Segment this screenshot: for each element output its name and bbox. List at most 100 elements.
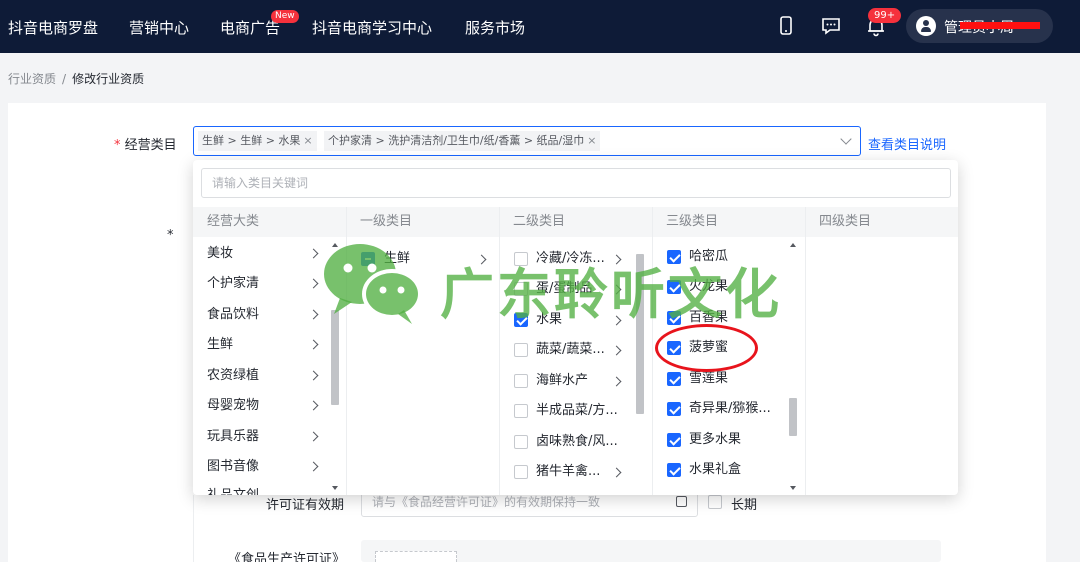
level2-checkbox[interactable]: [514, 465, 528, 479]
category-cascader-dropdown: 经营大类 一级类目 二级类目 三级类目 四级类目 美妆 个护家清 食品饮料 生鲜…: [193, 160, 958, 495]
level3-category-item[interactable]: 百香果: [689, 308, 728, 328]
chevron-right-icon: [308, 461, 319, 472]
chevron-right-icon: [611, 345, 622, 356]
chevron-right-icon: [611, 376, 622, 387]
level2-checkbox[interactable]: [514, 343, 528, 357]
nav-item-learning-center[interactable]: 抖音电商学习中心: [312, 17, 432, 38]
chevron-right-icon: [611, 467, 622, 478]
level2-checkbox[interactable]: [514, 252, 528, 266]
column-divider: [805, 207, 806, 495]
level2-checkbox[interactable]: [514, 282, 528, 296]
scroll-up-icon[interactable]: [790, 243, 796, 247]
major-category-item[interactable]: 个护家清: [207, 274, 259, 294]
major-category-item[interactable]: 农资绿植: [207, 366, 259, 386]
redaction-mark: [960, 22, 1040, 29]
level3-category-item[interactable]: 火龙果: [689, 277, 728, 297]
nav-item-ads[interactable]: 电商广告: [220, 17, 280, 38]
scrollbar-thumb[interactable]: [636, 254, 644, 414]
scroll-down-icon[interactable]: [790, 486, 796, 490]
level2-category-item[interactable]: 冷藏/冷冻...: [536, 249, 605, 269]
column-header-level3: 三级类目: [652, 207, 805, 237]
longterm-checkbox[interactable]: [708, 495, 722, 509]
level2-scrollbar[interactable]: [636, 240, 646, 495]
scrollbar-thumb[interactable]: [331, 310, 339, 405]
nav-item-marketing[interactable]: 营销中心: [129, 17, 189, 38]
major-category-item[interactable]: 图书音像: [207, 457, 259, 477]
level2-category-item[interactable]: 猪牛羊禽...: [536, 462, 600, 482]
level3-checkbox[interactable]: [667, 372, 681, 386]
column-divider: [652, 207, 653, 495]
level3-checkbox[interactable]: [667, 341, 681, 355]
chevron-right-icon: [308, 309, 319, 320]
chevron-right-icon: [308, 370, 319, 381]
level3-scrollbar[interactable]: [789, 240, 799, 495]
column-header-level4: 四级类目: [805, 207, 958, 237]
level2-category-item[interactable]: 水果: [536, 310, 562, 330]
level2-category-item[interactable]: 卤味熟食/风...: [536, 432, 618, 452]
tag-remove-icon[interactable]: ×: [587, 134, 596, 147]
level2-category-item[interactable]: 半成品菜/方...: [536, 401, 618, 421]
level3-checkbox[interactable]: [667, 463, 681, 477]
nav-item-compass[interactable]: 抖音电商罗盘: [8, 17, 98, 38]
level2-checkbox[interactable]: [514, 435, 528, 449]
level2-category-item[interactable]: 蛋/蛋制品: [536, 279, 592, 299]
level2-checkbox[interactable]: [514, 313, 528, 327]
nav-item-service-market[interactable]: 服务市场: [465, 17, 525, 38]
major-category-item[interactable]: 美妆: [207, 244, 233, 264]
category-search-input[interactable]: [201, 168, 951, 198]
chevron-right-icon: [308, 400, 319, 411]
notification-count-badge: 99+: [868, 8, 902, 23]
breadcrumb-parent[interactable]: 行业资质: [8, 72, 56, 86]
chevron-right-icon: [308, 431, 319, 442]
level1-checkbox[interactable]: [361, 252, 375, 266]
level3-category-item[interactable]: 菠萝蜜: [689, 338, 728, 358]
major-category-item[interactable]: 母婴宠物: [207, 396, 259, 416]
message-icon[interactable]: [820, 15, 842, 37]
breadcrumb-separator: /: [62, 72, 67, 86]
level3-category-item[interactable]: 哈密瓜: [689, 247, 728, 267]
view-category-explanation-link[interactable]: 查看类目说明: [868, 134, 946, 153]
form-section-border: [193, 495, 194, 562]
upload-card[interactable]: [375, 551, 457, 562]
level3-category-item[interactable]: 雪莲果: [689, 369, 728, 389]
breadcrumb-current: 修改行业资质: [72, 72, 145, 86]
category-select[interactable]: 生鲜 > 生鲜 > 水果 × 个护家清 > 洗护清洁剂/卫生巾/纸/香薰 > 纸品…: [193, 126, 861, 156]
longterm-label: 长期: [731, 498, 758, 513]
scrollbar-thumb[interactable]: [789, 398, 797, 436]
production-license-label: 《食品生产许可证》: [228, 552, 346, 562]
chevron-down-icon[interactable]: [840, 133, 852, 145]
level3-category-item[interactable]: 更多水果: [689, 430, 741, 450]
level2-category-item[interactable]: 蔬菜/蔬菜...: [536, 340, 605, 360]
level3-category-item[interactable]: 水果礼盒: [689, 460, 741, 480]
level2-checkbox[interactable]: [514, 374, 528, 388]
scroll-down-icon[interactable]: [332, 486, 338, 490]
level3-checkbox[interactable]: [667, 311, 681, 325]
tag-remove-icon[interactable]: ×: [303, 134, 312, 147]
category-field-label: * 经营类目: [114, 134, 177, 153]
level1-category-item[interactable]: 生鲜: [384, 249, 410, 269]
selected-tag: 个护家清 > 洗护清洁剂/卫生巾/纸/香薰 > 纸品/湿巾 ×: [324, 131, 601, 151]
level3-category-item[interactable]: 奇异果/猕猴...: [689, 399, 771, 419]
calendar-icon[interactable]: [676, 496, 687, 507]
phone-icon[interactable]: [775, 15, 797, 37]
scroll-up-icon[interactable]: [332, 243, 338, 247]
level3-checkbox[interactable]: [667, 280, 681, 294]
level3-checkbox[interactable]: [667, 433, 681, 447]
breadcrumb: 行业资质 / 修改行业资质: [8, 70, 144, 87]
level2-checkbox[interactable]: [514, 404, 528, 418]
major-category-item[interactable]: 生鲜: [207, 335, 233, 355]
level3-checkbox[interactable]: [667, 402, 681, 416]
major-category-item[interactable]: 食品饮料: [207, 305, 259, 325]
level3-checkbox[interactable]: [667, 250, 681, 264]
major-category-item[interactable]: 礼品文创: [207, 486, 259, 495]
column-header-level1: 一级类目: [346, 207, 499, 237]
major-category-item[interactable]: 玩具乐器: [207, 427, 259, 447]
column-header-major: 经营大类: [193, 207, 346, 237]
major-category-scrollbar[interactable]: [331, 240, 341, 495]
license-validity-label: 许可证有效期: [266, 498, 345, 513]
column-divider: [499, 207, 500, 495]
chevron-right-icon: [611, 315, 622, 326]
level2-category-item[interactable]: 海鲜水产: [536, 371, 588, 391]
column-divider: [346, 207, 347, 495]
user-icon: [916, 16, 936, 36]
